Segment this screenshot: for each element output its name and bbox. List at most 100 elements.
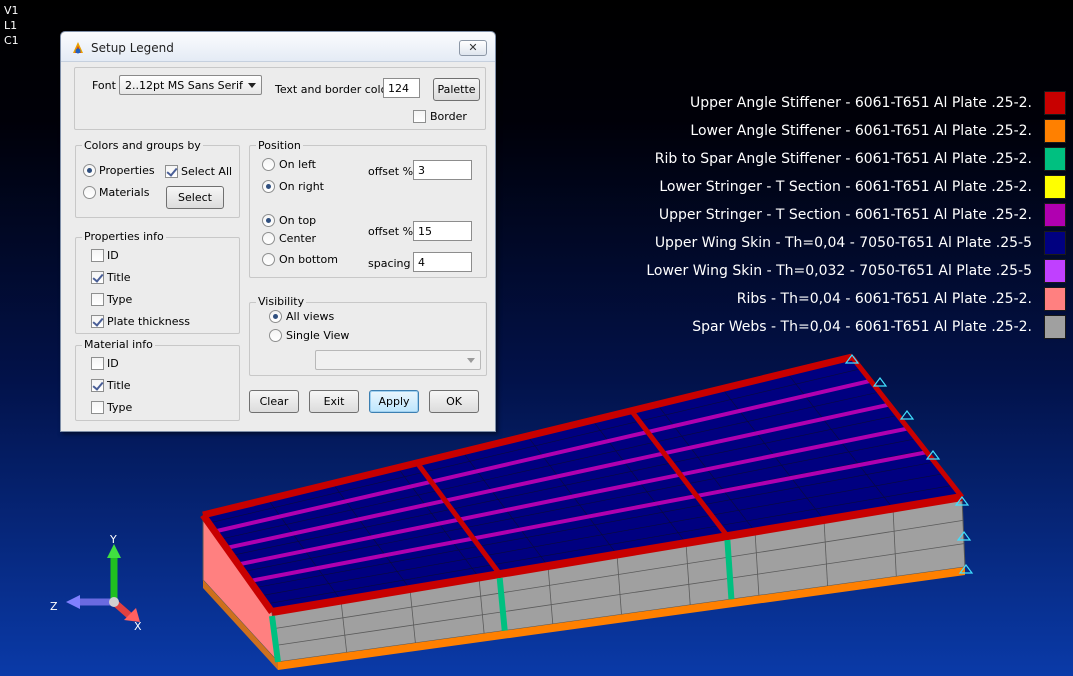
legend-item: Rib to Spar Angle Stiffener - 6061-T651 … xyxy=(655,146,1066,172)
dialog-titlebar[interactable]: Setup Legend ✕ xyxy=(61,32,495,62)
chevron-down-icon xyxy=(467,358,475,363)
legend-swatch xyxy=(1044,315,1066,339)
material_info-checkbox[interactable] xyxy=(91,401,104,414)
properties_info-label: ID xyxy=(107,249,119,262)
text-border-color-field[interactable]: 124 xyxy=(383,78,420,98)
colors-groups-title: Colors and groups by xyxy=(82,139,203,152)
properties_info-checkbox[interactable] xyxy=(91,249,104,262)
single-view-label: Single View xyxy=(286,329,350,342)
select-button[interactable]: Select xyxy=(166,186,224,209)
on-left-radio[interactable] xyxy=(262,158,275,171)
close-button[interactable]: ✕ xyxy=(459,40,487,56)
center-label: Center xyxy=(279,232,317,245)
ok-button[interactable]: OK xyxy=(429,390,479,413)
legend-item: Upper Wing Skin - Th=0,04 - 7050-T651 Al… xyxy=(655,230,1066,256)
h-offset-label: offset % xyxy=(368,165,414,178)
material_info-label: ID xyxy=(107,357,119,370)
legend-label: Lower Wing Skin - Th=0,032 - 7050-T651 A… xyxy=(646,263,1032,279)
all-views-radio[interactable] xyxy=(269,310,282,323)
properties_info-checkbox[interactable] xyxy=(91,271,104,284)
properties_info-label: Type xyxy=(107,293,133,306)
center-radio[interactable] xyxy=(262,232,275,245)
on-top-label: On top xyxy=(279,214,317,227)
legend-label: Spar Webs - Th=0,04 - 6061-T651 Al Plate… xyxy=(692,319,1032,335)
legend-item: Lower Stringer - T Section - 6061-T651 A… xyxy=(659,174,1066,200)
spacing-label: spacing xyxy=(368,257,411,270)
on-left-label: On left xyxy=(279,158,316,171)
axis-label-x: X xyxy=(134,620,142,633)
materials-radio[interactable] xyxy=(83,186,96,199)
setup-legend-dialog: Setup Legend ✕ Font 2..12pt MS Sans Seri… xyxy=(60,31,496,432)
app-icon xyxy=(73,42,83,54)
font-select[interactable]: 2..12pt MS Sans Serif xyxy=(119,75,262,95)
legend-label: Upper Stringer - T Section - 6061-T651 A… xyxy=(658,207,1032,223)
view-indicator-view: V1 xyxy=(4,4,19,17)
dialog-title: Setup Legend xyxy=(91,41,174,55)
rib-to-spar-angle-stiffener xyxy=(724,539,735,600)
legend-swatch xyxy=(1044,119,1066,143)
text-border-color-label: Text and border color xyxy=(275,83,392,96)
legend-swatch xyxy=(1044,147,1066,171)
legend-item: Ribs - Th=0,04 - 6061-T651 Al Plate .25-… xyxy=(737,286,1066,312)
on-top-radio[interactable] xyxy=(262,214,275,227)
legend-item: Upper Stringer - T Section - 6061-T651 A… xyxy=(659,202,1066,228)
legend-swatch xyxy=(1044,175,1066,199)
h-offset-field[interactable]: 3 xyxy=(413,160,472,180)
legend-label: Upper Angle Stiffener - 6061-T651 Al Pla… xyxy=(689,95,1032,111)
properties_info-checkbox[interactable] xyxy=(91,315,104,328)
legend-swatch xyxy=(1044,287,1066,311)
properties_info-label: Plate thickness xyxy=(107,315,190,328)
view-indicator-layer: L1 xyxy=(4,19,18,32)
palette-button[interactable]: Palette xyxy=(433,78,480,101)
on-right-label: On right xyxy=(279,180,324,193)
visibility-title: Visibility xyxy=(256,295,307,308)
spacing-field[interactable]: 4 xyxy=(413,252,472,272)
on-bottom-label: On bottom xyxy=(279,253,338,266)
legend-item: Spar Webs - Th=0,04 - 6061-T651 Al Plate… xyxy=(692,314,1066,340)
view-indicators: V1 L1 C1 xyxy=(4,3,19,48)
chevron-down-icon xyxy=(248,83,256,88)
material-info-title: Material info xyxy=(82,338,155,351)
border-label: Border xyxy=(430,110,467,123)
on-bottom-radio[interactable] xyxy=(262,253,275,266)
material_info-label: Title xyxy=(107,379,131,392)
view-indicator-csys: C1 xyxy=(4,34,19,47)
clear-button[interactable]: Clear xyxy=(249,390,299,413)
v-offset-field[interactable]: 15 xyxy=(413,221,472,241)
legend-item: Upper Angle Stiffener - 6061-T651 Al Pla… xyxy=(690,90,1066,116)
material_info-checkbox[interactable] xyxy=(91,379,104,392)
on-right-radio[interactable] xyxy=(262,180,275,193)
properties-radio-label: Properties xyxy=(99,164,155,177)
legend-label: Rib to Spar Angle Stiffener - 6061-T651 … xyxy=(654,151,1032,167)
apply-button[interactable]: Apply xyxy=(369,390,419,413)
view-select[interactable] xyxy=(315,350,481,370)
properties_info-label: Title xyxy=(107,271,131,284)
legend-label: Upper Wing Skin - Th=0,04 - 7050-T651 Al… xyxy=(654,235,1032,251)
materials-radio-label: Materials xyxy=(99,186,150,199)
properties-radio[interactable] xyxy=(83,164,96,177)
legend-swatch xyxy=(1044,231,1066,255)
font-label: Font xyxy=(92,79,116,92)
legend-swatch xyxy=(1044,91,1066,115)
exit-button[interactable]: Exit xyxy=(309,390,359,413)
legend-swatch xyxy=(1044,203,1066,227)
single-view-radio[interactable] xyxy=(269,329,282,342)
legend-label: Ribs - Th=0,04 - 6061-T651 Al Plate .25-… xyxy=(736,291,1032,307)
position-title: Position xyxy=(256,139,303,152)
legend-swatch xyxy=(1044,259,1066,283)
all-views-label: All views xyxy=(286,310,335,323)
legend-item: Lower Angle Stiffener - 6061-T651 Al Pla… xyxy=(690,118,1066,144)
legend-item: Lower Wing Skin - Th=0,032 - 7050-T651 A… xyxy=(646,258,1066,284)
v-offset-label: offset % xyxy=(368,225,414,238)
select-all-label: Select All xyxy=(181,165,233,178)
font-select-value: 2..12pt MS Sans Serif xyxy=(125,79,243,92)
legend-label: Lower Angle Stiffener - 6061-T651 Al Pla… xyxy=(690,123,1032,139)
axis-label-y: Y xyxy=(110,533,117,546)
select-all-checkbox[interactable] xyxy=(165,165,178,178)
properties-info-title: Properties info xyxy=(82,230,166,243)
axis-label-z: Z xyxy=(50,600,58,613)
border-checkbox[interactable] xyxy=(413,110,426,123)
legend-label: Lower Stringer - T Section - 6061-T651 A… xyxy=(659,179,1032,195)
material_info-checkbox[interactable] xyxy=(91,357,104,370)
properties_info-checkbox[interactable] xyxy=(91,293,104,306)
